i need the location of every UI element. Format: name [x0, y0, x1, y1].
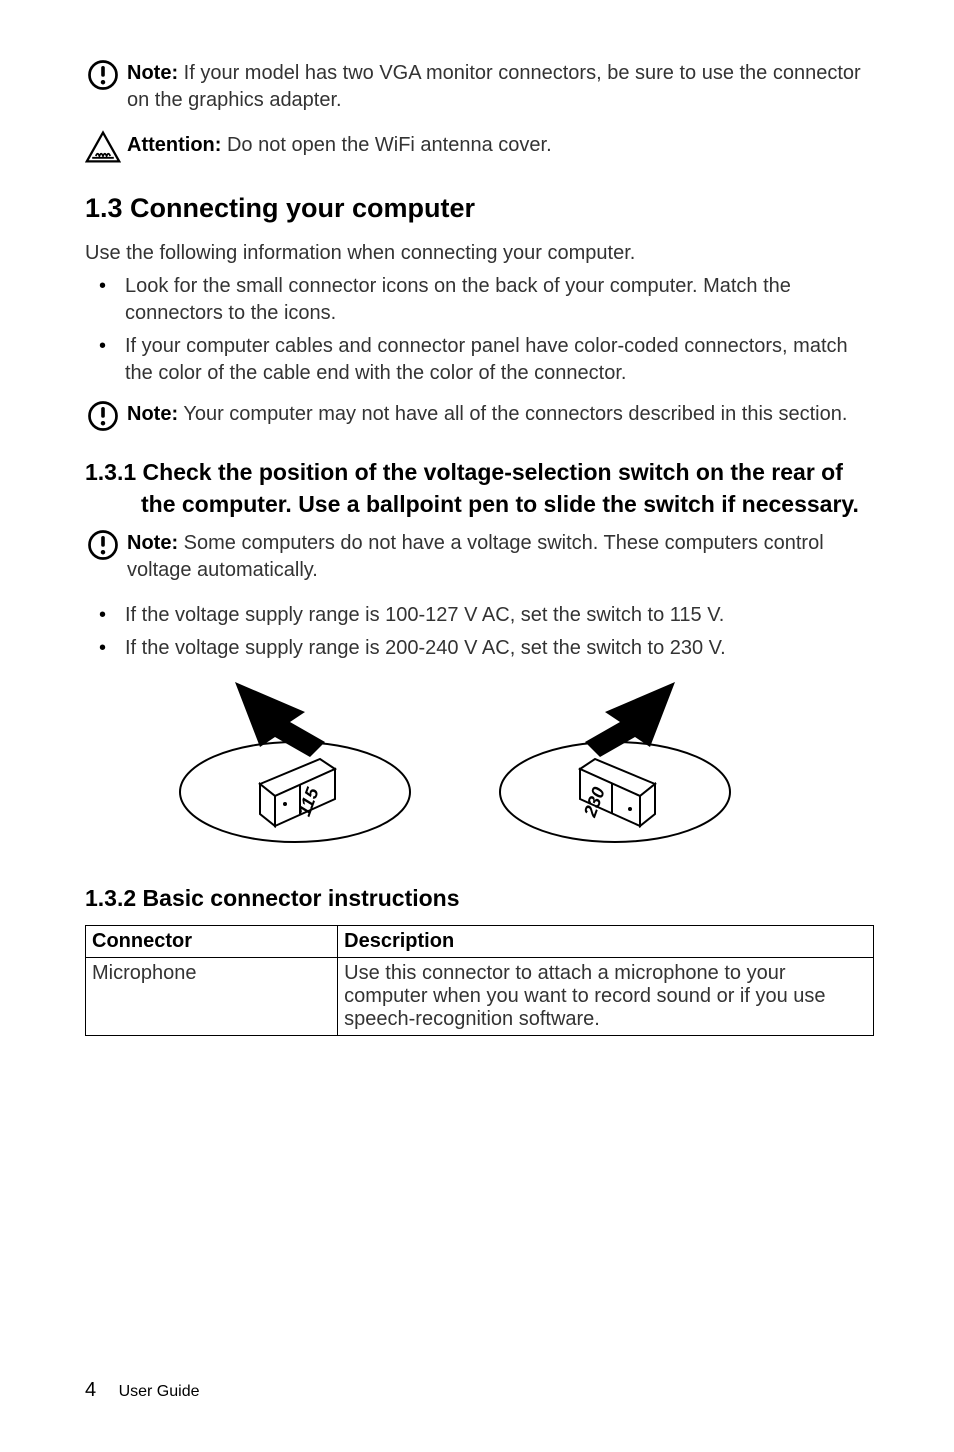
warning-triangle-icon [85, 129, 121, 165]
list-item: If your computer cables and connector pa… [85, 333, 874, 387]
intro-paragraph: Use the following information when conne… [85, 240, 874, 267]
note-text: Note: Some computers do not have a volta… [127, 530, 874, 584]
note-label: Note: [127, 62, 178, 84]
note-text: Note: Your computer may not have all of … [127, 401, 874, 428]
list-item: If the voltage supply range is 100-127 V… [85, 602, 874, 629]
voltage-switch-figure: 115 230 [165, 682, 874, 852]
info-circle-icon [85, 398, 121, 434]
table-row: Microphone Use this connector to attach … [86, 957, 874, 1035]
voltage-switch-230-icon: 230 [485, 682, 745, 852]
subsection-heading-2: 1.3.2 Basic connector instructions [85, 882, 874, 914]
attention-body: Do not open the WiFi antenna cover. [227, 134, 552, 156]
list-item: Look for the small connector icons on th… [85, 273, 874, 327]
attention-label: Attention: [127, 134, 221, 156]
list-item: If the voltage supply range is 200-240 V… [85, 635, 874, 662]
subsection-heading-1: 1.3.1 Check the position of the voltage-… [85, 456, 874, 520]
footer-label: User Guide [119, 1383, 200, 1400]
attention-callout: Attention: Do not open the WiFi antenna … [85, 132, 874, 165]
bullet-list-2: If the voltage supply range is 100-127 V… [85, 602, 874, 662]
note-text: Note: If your model has two VGA monitor … [127, 60, 874, 114]
connector-table: Connector Description Microphone Use thi… [85, 925, 874, 1036]
bullet-list-1: Look for the small connector icons on th… [85, 273, 874, 387]
section-heading: 1.3 Connecting your computer [85, 193, 874, 224]
note-label: Note: [127, 403, 178, 425]
info-circle-icon [85, 57, 121, 93]
note-body: If your model has two VGA monitor connec… [127, 62, 861, 111]
table-header-description: Description [338, 925, 874, 957]
page-number: 4 [85, 1379, 96, 1401]
note-body: Some computers do not have a voltage swi… [127, 532, 824, 581]
page-footer: 4 User Guide [85, 1379, 200, 1402]
table-cell-description: Use this connector to attach a microphon… [338, 957, 874, 1035]
note-callout: Note: Your computer may not have all of … [85, 401, 874, 434]
note-label: Note: [127, 532, 178, 554]
voltage-switch-115-icon: 115 [165, 682, 425, 852]
note-callout: Note: If your model has two VGA monitor … [85, 60, 874, 114]
note-callout: Note: Some computers do not have a volta… [85, 530, 874, 584]
attention-text: Attention: Do not open the WiFi antenna … [127, 132, 874, 159]
table-cell-connector: Microphone [86, 957, 338, 1035]
table-header-connector: Connector [86, 925, 338, 957]
note-body: Your computer may not have all of the co… [183, 403, 847, 425]
info-circle-icon [85, 527, 121, 563]
